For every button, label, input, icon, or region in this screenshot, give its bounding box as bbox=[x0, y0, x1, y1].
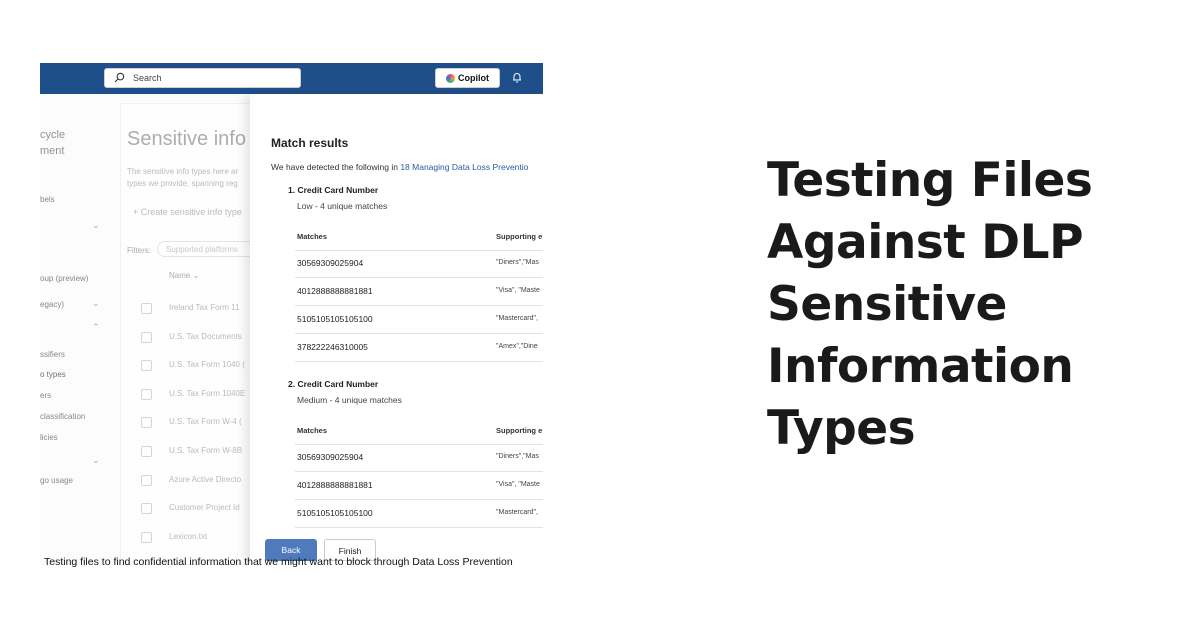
divider bbox=[295, 527, 543, 528]
left-nav: cycle ment bels ⌄ oup (preview) egacy) ⌄… bbox=[40, 94, 120, 565]
row-checkbox[interactable] bbox=[141, 531, 152, 543]
row-name: U.S. Tax Form 1040 ( bbox=[169, 360, 245, 370]
filters-label: Filters: bbox=[127, 246, 151, 255]
match-results-panel: Match results We have detected the follo… bbox=[250, 94, 543, 565]
page-title: Sensitive info bbox=[127, 128, 246, 150]
nav-item[interactable]: go usage bbox=[40, 476, 73, 485]
evidence-value: "Diners","Mas bbox=[496, 259, 539, 266]
file-link[interactable]: 18 Managing Data Loss Preventio bbox=[400, 162, 528, 172]
page-description: types we provide, spanning reg bbox=[127, 179, 238, 188]
headline-line: Types bbox=[767, 401, 916, 456]
section-title: 2. Credit Card Number bbox=[288, 379, 379, 389]
row-checkbox[interactable] bbox=[141, 360, 152, 372]
row-checkbox[interactable] bbox=[141, 474, 152, 486]
nav-item[interactable]: classification bbox=[40, 412, 85, 421]
headline-line: Against DLP bbox=[767, 215, 1084, 270]
nav-item[interactable]: egacy) bbox=[40, 300, 64, 309]
evidence-value: "Diners","Mas bbox=[496, 453, 539, 460]
nav-item[interactable]: ment bbox=[40, 145, 64, 157]
detected-text: We have detected the following in 18 Man… bbox=[271, 162, 529, 172]
divider bbox=[295, 250, 543, 251]
match-value: 30569309025904 bbox=[297, 452, 364, 462]
nav-item[interactable]: licies bbox=[40, 433, 58, 442]
nav-item[interactable]: oup (preview) bbox=[40, 274, 88, 283]
row-checkbox[interactable] bbox=[141, 503, 152, 515]
divider bbox=[295, 333, 543, 334]
divider bbox=[295, 361, 543, 362]
nav-item-selected[interactable]: o types bbox=[40, 370, 66, 379]
copilot-icon bbox=[446, 74, 455, 83]
match-value: 4012888888881881 bbox=[297, 286, 373, 296]
section-subtitle: Medium - 4 unique matches bbox=[297, 395, 402, 405]
page-description: The sensitive info types here ar bbox=[127, 167, 239, 176]
copilot-button[interactable]: Copilot bbox=[435, 68, 500, 88]
nav-item[interactable]: ssifiers bbox=[40, 350, 65, 359]
row-checkbox[interactable] bbox=[141, 303, 152, 314]
matches-column-header: Matches bbox=[297, 232, 328, 241]
matches-column-header: Matches bbox=[297, 426, 328, 435]
match-value: 378222246310005 bbox=[297, 342, 368, 352]
chevron-down-icon: ⌄ bbox=[192, 271, 200, 280]
search-icon bbox=[114, 72, 125, 83]
bell-icon[interactable] bbox=[512, 72, 522, 83]
row-name: U.S. Tax Documents bbox=[169, 331, 242, 341]
nav-item[interactable]: bels bbox=[40, 195, 55, 204]
evidence-value: "Mastercard", bbox=[496, 315, 538, 322]
search-placeholder: Search bbox=[133, 73, 162, 83]
row-name: Azure Active Directo bbox=[169, 474, 242, 484]
plus-icon: + bbox=[133, 207, 139, 217]
copilot-label: Copilot bbox=[458, 73, 489, 83]
chevron-up-icon[interactable]: ⌃ bbox=[92, 322, 100, 333]
row-name: U.S. Tax Form W-4 ( bbox=[169, 417, 242, 427]
row-name: Ireland Tax Form 11 bbox=[169, 303, 240, 312]
row-checkbox[interactable] bbox=[141, 331, 152, 343]
divider bbox=[295, 499, 543, 500]
chevron-down-icon[interactable]: ⌄ bbox=[92, 298, 100, 309]
caption: Testing files to find confidential infor… bbox=[44, 556, 513, 568]
section-subtitle: Low - 4 unique matches bbox=[297, 201, 388, 211]
headline-line: Information bbox=[767, 339, 1074, 394]
screenshot: Search Copilot cycle ment bels ⌄ oup (pr… bbox=[40, 63, 543, 565]
row-checkbox[interactable] bbox=[141, 388, 152, 400]
create-sit-button[interactable]: + Create sensitive info type bbox=[133, 207, 242, 217]
evidence-value: "Amex","Dine bbox=[496, 343, 538, 350]
row-name: Customer Project Id bbox=[169, 503, 240, 513]
row-name: U.S. Tax Form W-8B bbox=[169, 446, 243, 455]
row-checkbox[interactable] bbox=[141, 446, 152, 457]
nav-item[interactable]: cycle bbox=[40, 129, 65, 141]
search-box[interactable]: Search bbox=[104, 68, 301, 88]
chevron-down-icon[interactable]: ⌄ bbox=[92, 455, 100, 466]
divider bbox=[295, 471, 543, 472]
match-value: 5105105105105100 bbox=[297, 508, 373, 518]
name-column-header[interactable]: Name ⌄ bbox=[169, 271, 199, 280]
divider bbox=[295, 444, 543, 445]
create-sit-label: Create sensitive info type bbox=[140, 207, 242, 217]
headline-line: Testing Files bbox=[767, 153, 1093, 208]
evidence-value: "Visa", "Maste bbox=[496, 287, 540, 294]
section-title: 1. Credit Card Number bbox=[288, 185, 379, 195]
divider bbox=[295, 305, 543, 306]
evidence-column-header: Supporting e bbox=[496, 426, 543, 435]
headline-line: Sensitive bbox=[767, 277, 1007, 332]
evidence-value: "Mastercard", bbox=[496, 509, 538, 516]
nav-item[interactable]: ers bbox=[40, 391, 51, 400]
row-checkbox[interactable] bbox=[141, 417, 152, 429]
match-value: 5105105105105100 bbox=[297, 314, 373, 324]
row-name: Lexicon.txt bbox=[169, 531, 208, 541]
divider bbox=[295, 277, 543, 278]
panel-heading: Match results bbox=[271, 136, 349, 150]
evidence-value: "Visa", "Maste bbox=[496, 481, 540, 488]
evidence-column-header: Supporting e bbox=[496, 232, 543, 241]
match-value: 30569309025904 bbox=[297, 258, 364, 268]
headline: Testing Files Against DLP Sensitive Info… bbox=[767, 150, 1167, 460]
chevron-down-icon[interactable]: ⌄ bbox=[92, 220, 100, 231]
row-name: U.S. Tax Form 1040E bbox=[169, 388, 246, 398]
match-value: 4012888888881881 bbox=[297, 480, 373, 490]
top-bar: Search Copilot bbox=[40, 63, 543, 94]
